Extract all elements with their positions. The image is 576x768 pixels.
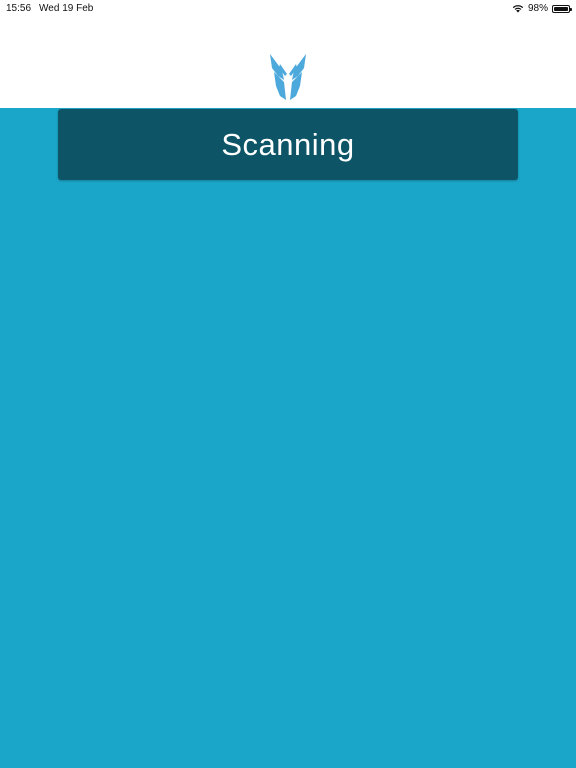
wifi-icon (512, 5, 524, 13)
battery-percent: 98% (527, 3, 548, 14)
status-date: Wed 19 Feb (39, 3, 94, 14)
battery-icon (552, 4, 572, 13)
battery-level-fill (554, 6, 568, 11)
status-left: 15:56 Wed 19 Feb (6, 3, 93, 14)
status-right: 98% (512, 3, 572, 14)
app-screen: 15:56 Wed 19 Feb 98% Scanning (0, 0, 576, 768)
status-bar: 15:56 Wed 19 Feb 98% (0, 0, 576, 16)
scanning-banner: Scanning (58, 109, 518, 180)
header-area: 15:56 Wed 19 Feb 98% (0, 0, 576, 108)
scanning-title: Scanning (221, 126, 355, 162)
deer-head-logo-icon (270, 54, 306, 100)
status-time: 15:56 (6, 3, 32, 14)
